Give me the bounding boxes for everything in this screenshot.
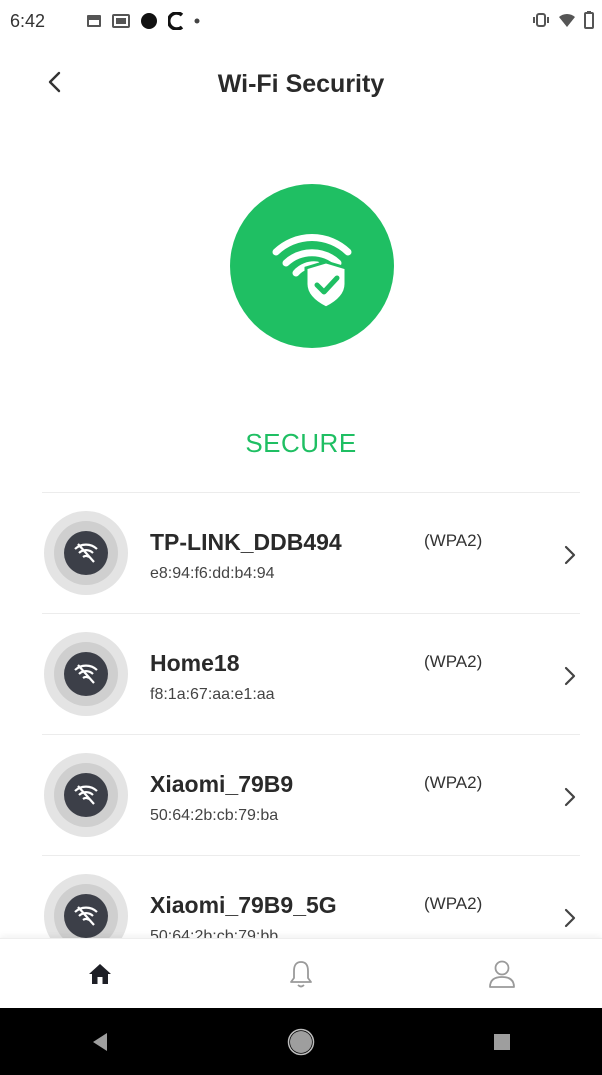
nav-profile[interactable]: [462, 944, 542, 1004]
network-name: Xiaomi_79B9_5G: [150, 892, 337, 918]
network-row[interactable]: TP-LINK_DDB494 e8:94:f6:dd:b4:94 (WPA2): [42, 492, 580, 613]
wifi-off-icon: [44, 753, 128, 837]
security-status: SECURE: [245, 428, 357, 458]
home-icon: [89, 964, 112, 984]
network-security: (WPA2): [424, 652, 483, 671]
wifi-off-icon: [44, 632, 128, 716]
network-mac: 50:64:2b:cb:79:bb: [150, 928, 279, 938]
status-notification-icons: [86, 12, 200, 30]
nav-home[interactable]: [60, 944, 140, 1004]
status-system-icons: [532, 11, 594, 29]
dot-icon: [194, 18, 200, 24]
back-triangle-icon: [93, 1032, 108, 1051]
wifi-off-icon: [44, 874, 128, 938]
battery-icon: [584, 11, 594, 29]
system-nav-bar: [0, 1008, 602, 1075]
system-home-button[interactable]: [271, 1012, 331, 1072]
network-name: Xiaomi_79B9: [150, 771, 294, 797]
network-row[interactable]: Xiaomi_79B9_5G 50:64:2b:cb:79:bb (WPA2): [42, 855, 580, 938]
network-security: (WPA2): [424, 894, 483, 913]
user-icon: [488, 960, 515, 988]
vibrate-icon: [533, 13, 549, 27]
network-mac: 50:64:2b:cb:79:ba: [150, 807, 279, 824]
network-security: (WPA2): [424, 773, 483, 792]
network-security: (WPA2): [424, 531, 483, 550]
wifi-shield-check-icon: [230, 184, 394, 348]
home-circle-icon: [287, 1028, 315, 1055]
chevron-right-icon: [560, 664, 580, 688]
chevron-right-icon: [560, 543, 580, 567]
circle-icon: [141, 13, 157, 29]
nav-notifications[interactable]: [261, 944, 341, 1004]
app-bar: Wi-Fi Security: [0, 44, 602, 124]
network-mac: f8:1a:67:aa:e1:aa: [150, 686, 275, 703]
chevron-right-icon: [560, 785, 580, 809]
network-name: TP-LINK_DDB494: [150, 529, 342, 555]
status-bar: 6:42: [0, 0, 602, 44]
c-icon: [168, 12, 184, 30]
bell-icon: [290, 961, 312, 988]
image-icon: [87, 15, 101, 27]
network-row[interactable]: Home18 f8:1a:67:aa:e1:aa (WPA2): [42, 613, 580, 734]
network-mac: e8:94:f6:dd:b4:94: [150, 565, 275, 582]
wifi-off-icon: [44, 511, 128, 595]
network-name: Home18: [150, 650, 240, 676]
status-time: 6:42: [10, 11, 46, 31]
photo-icon: [112, 14, 130, 28]
bottom-nav: [0, 938, 602, 1009]
system-back-button[interactable]: [70, 1012, 130, 1072]
chevron-right-icon: [560, 906, 580, 930]
network-list: TP-LINK_DDB494 e8:94:f6:dd:b4:94 (WPA2) …: [42, 492, 580, 938]
wifi-icon: [559, 13, 575, 27]
recents-square-icon: [493, 1033, 510, 1050]
network-row[interactable]: Xiaomi_79B9 50:64:2b:cb:79:ba (WPA2): [42, 734, 580, 855]
system-recents-button[interactable]: [472, 1012, 532, 1072]
page-title: Wi-Fi Security: [217, 70, 385, 98]
